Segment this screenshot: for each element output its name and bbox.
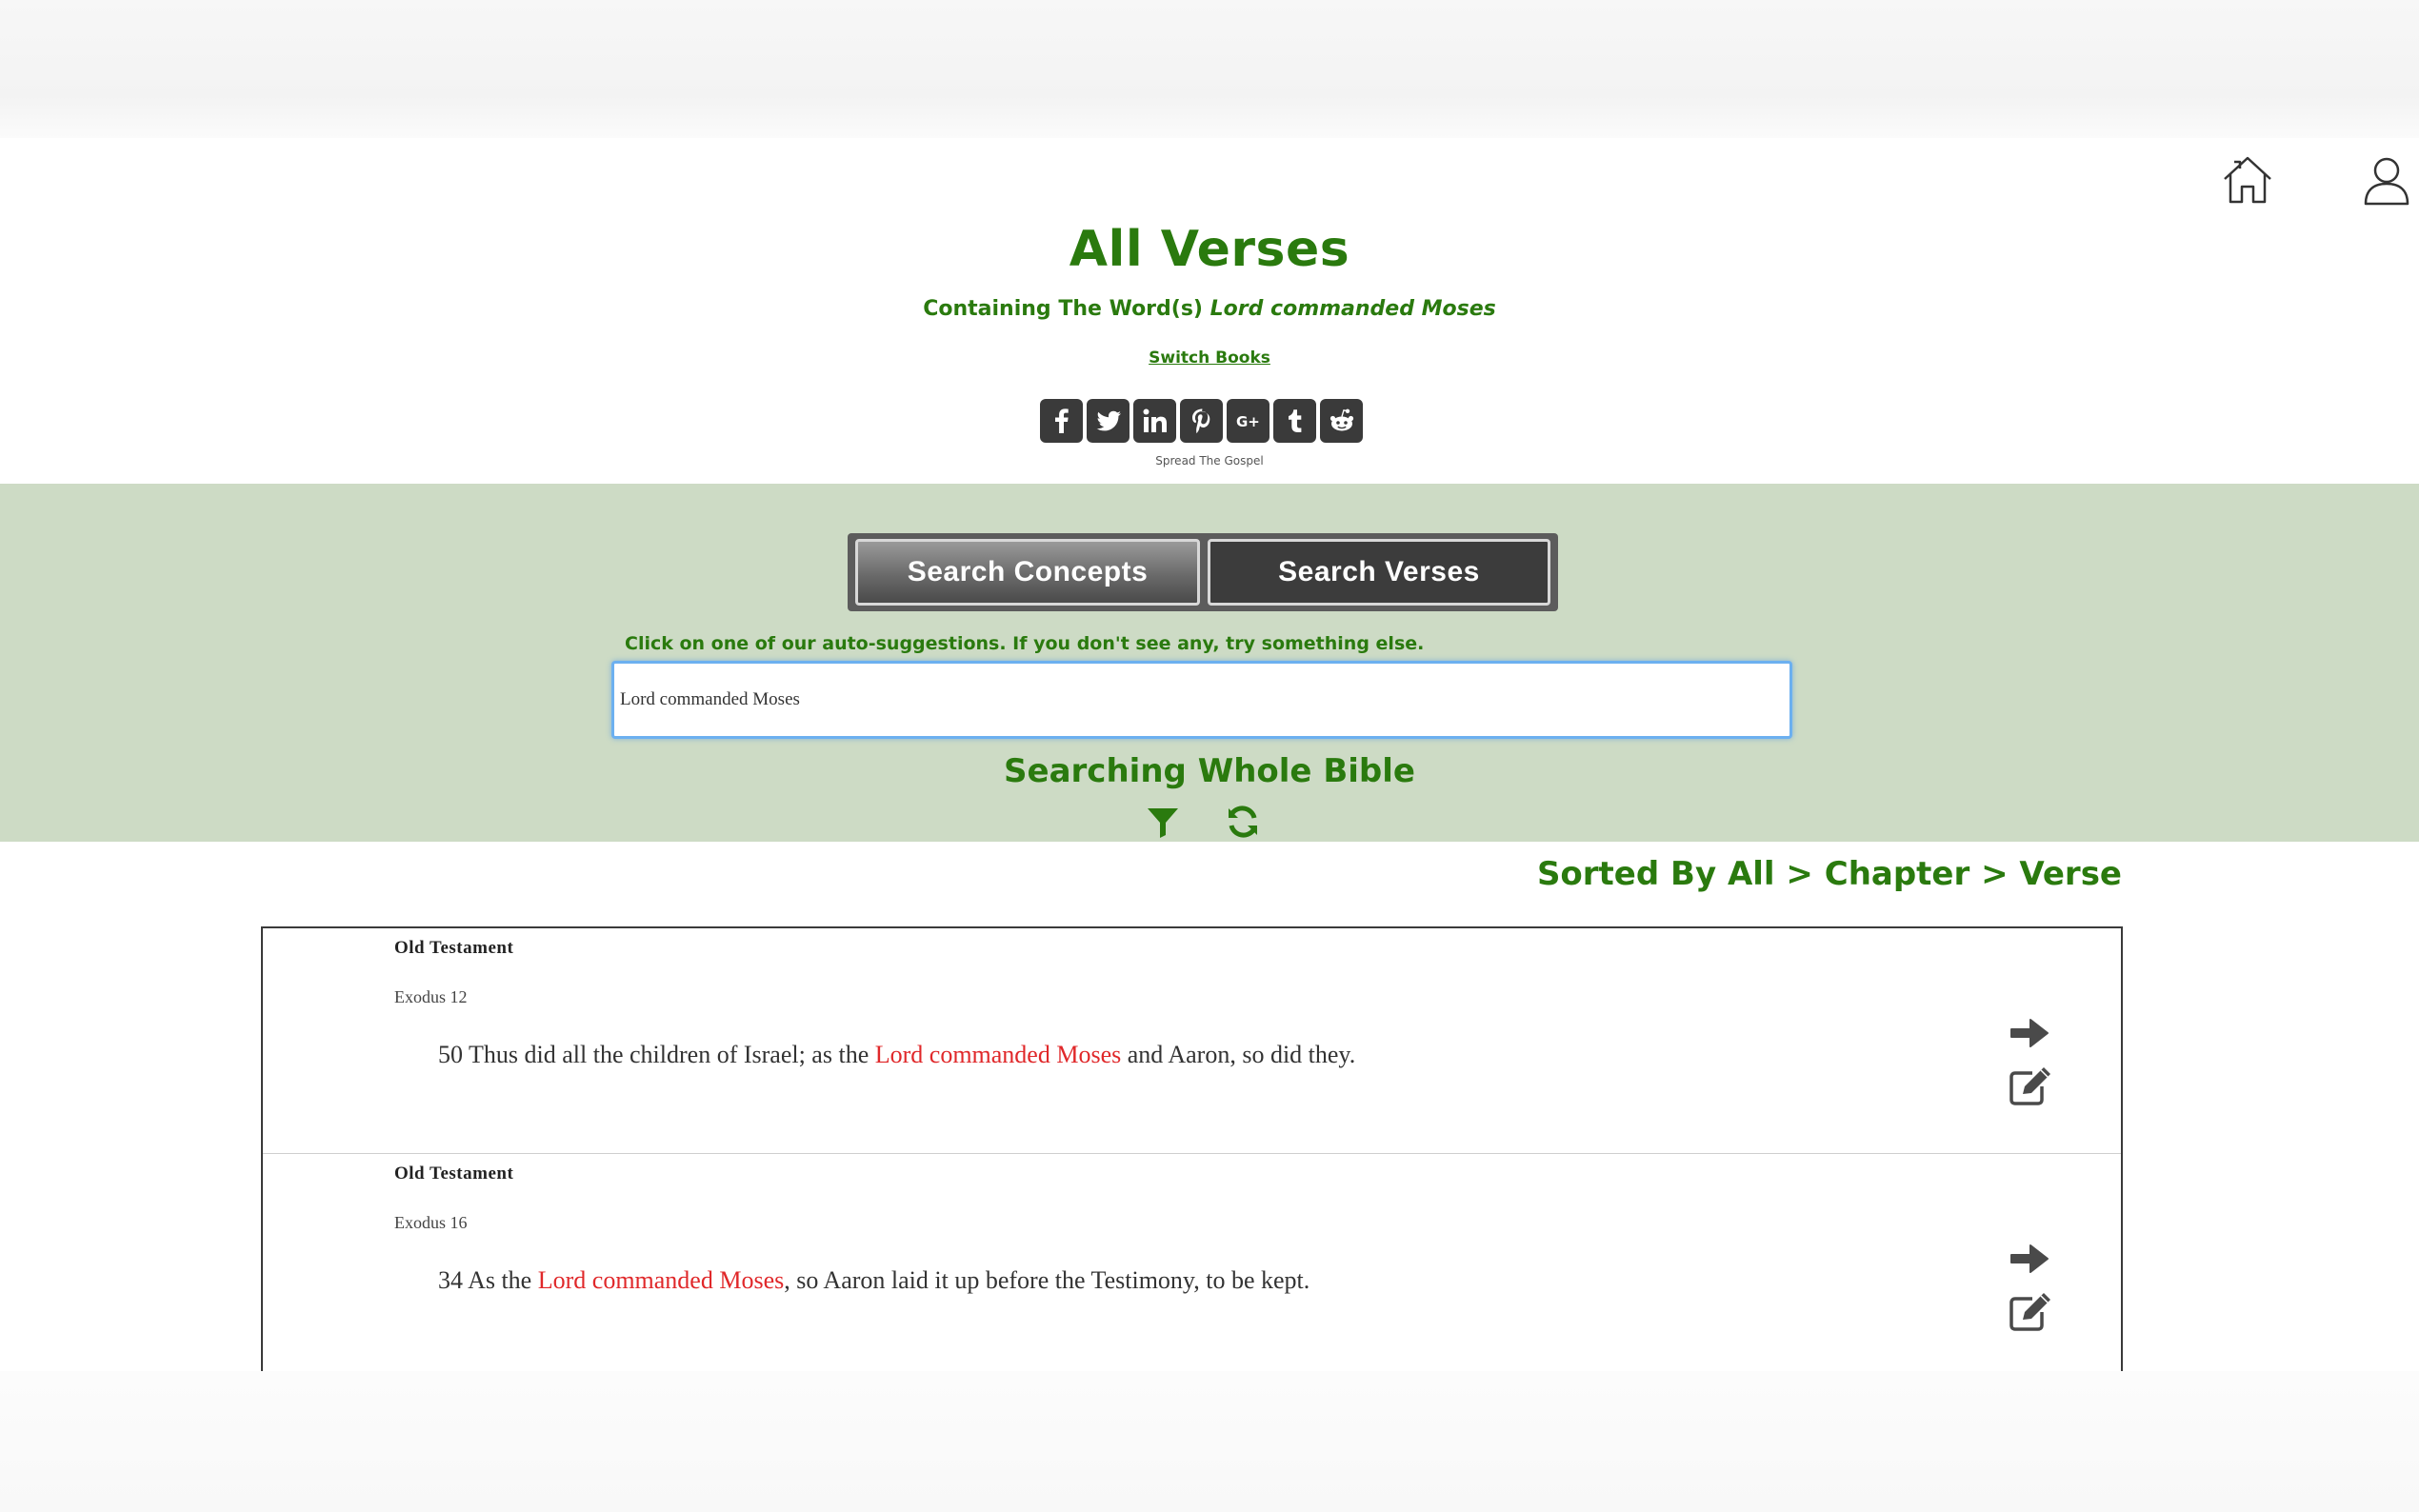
search-input[interactable] <box>611 661 1792 739</box>
subtitle-query: Lord commanded Moses <box>1210 297 1496 321</box>
bottom-blurred-area <box>0 1371 2419 1512</box>
switch-books-link[interactable]: Switch Books <box>1149 348 1270 368</box>
svg-text:G+: G+ <box>1236 413 1260 430</box>
filter-icon[interactable] <box>1146 806 1180 840</box>
tumblr-icon[interactable] <box>1273 399 1316 443</box>
verse-text-before: 50 Thus did all the children of Israel; … <box>438 1041 875 1068</box>
arrow-right-icon[interactable] <box>2008 1238 2049 1280</box>
results-list: Old Testament Exodus 12 50 Thus did all … <box>261 926 2123 1374</box>
reddit-icon[interactable] <box>1320 399 1363 443</box>
verse-highlight: Lord commanded Moses <box>874 1041 1122 1068</box>
facebook-icon[interactable] <box>1040 399 1083 443</box>
share-row: G+ <box>1040 399 1363 443</box>
sort-label: Sorted By All > Chapter > Verse <box>1536 855 2122 893</box>
edit-icon[interactable] <box>2008 1291 2053 1333</box>
linkedin-icon[interactable] <box>1133 399 1176 443</box>
search-mode-toggle: Search Concepts Search Verses <box>848 533 1558 611</box>
home-icon[interactable] <box>2221 152 2274 206</box>
verse-text-before: 34 As the <box>438 1266 538 1294</box>
verse-text-after: , so Aaron laid it up before the Testimo… <box>784 1266 1310 1294</box>
page-subtitle: Containing The Word(s) Lord commanded Mo… <box>0 297 2419 321</box>
result-item: Old Testament Exodus 16 34 As the Lord c… <box>263 1154 2121 1374</box>
search-scope-label: Searching Whole Bible <box>1004 752 1415 790</box>
top-blurred-area <box>0 0 2419 138</box>
verse-text-after: and Aaron, so did they. <box>1121 1041 1356 1068</box>
arrow-right-icon[interactable] <box>2008 1012 2049 1054</box>
user-icon[interactable] <box>2360 154 2413 208</box>
result-section: Old Testament <box>394 938 514 958</box>
share-caption: Spread The Gospel <box>1155 454 1264 468</box>
search-verses-button[interactable]: Search Verses <box>1208 539 1550 606</box>
result-section: Old Testament <box>394 1164 514 1184</box>
edit-icon[interactable] <box>2008 1065 2053 1107</box>
result-reference: Exodus 16 <box>394 1213 468 1232</box>
search-concepts-button[interactable]: Search Concepts <box>855 539 1200 606</box>
search-hint: Click on one of our auto-suggestions. If… <box>625 633 1425 654</box>
page-title: All Verses <box>1069 221 1350 278</box>
switch-books-container: Switch Books <box>0 348 2419 368</box>
refresh-icon[interactable] <box>1225 804 1261 840</box>
result-reference: Exodus 12 <box>394 987 468 1006</box>
result-verse-text: 34 As the Lord commanded Moses, so Aaron… <box>438 1266 1309 1295</box>
result-verse-text: 50 Thus did all the children of Israel; … <box>438 1041 1355 1069</box>
verse-highlight: Lord commanded Moses <box>537 1266 785 1294</box>
pinterest-icon[interactable] <box>1180 399 1223 443</box>
twitter-icon[interactable] <box>1087 399 1130 443</box>
subtitle-prefix: Containing The Word(s) <box>923 297 1203 321</box>
google-plus-icon[interactable]: G+ <box>1227 399 1269 443</box>
result-item: Old Testament Exodus 12 50 Thus did all … <box>263 928 2121 1154</box>
